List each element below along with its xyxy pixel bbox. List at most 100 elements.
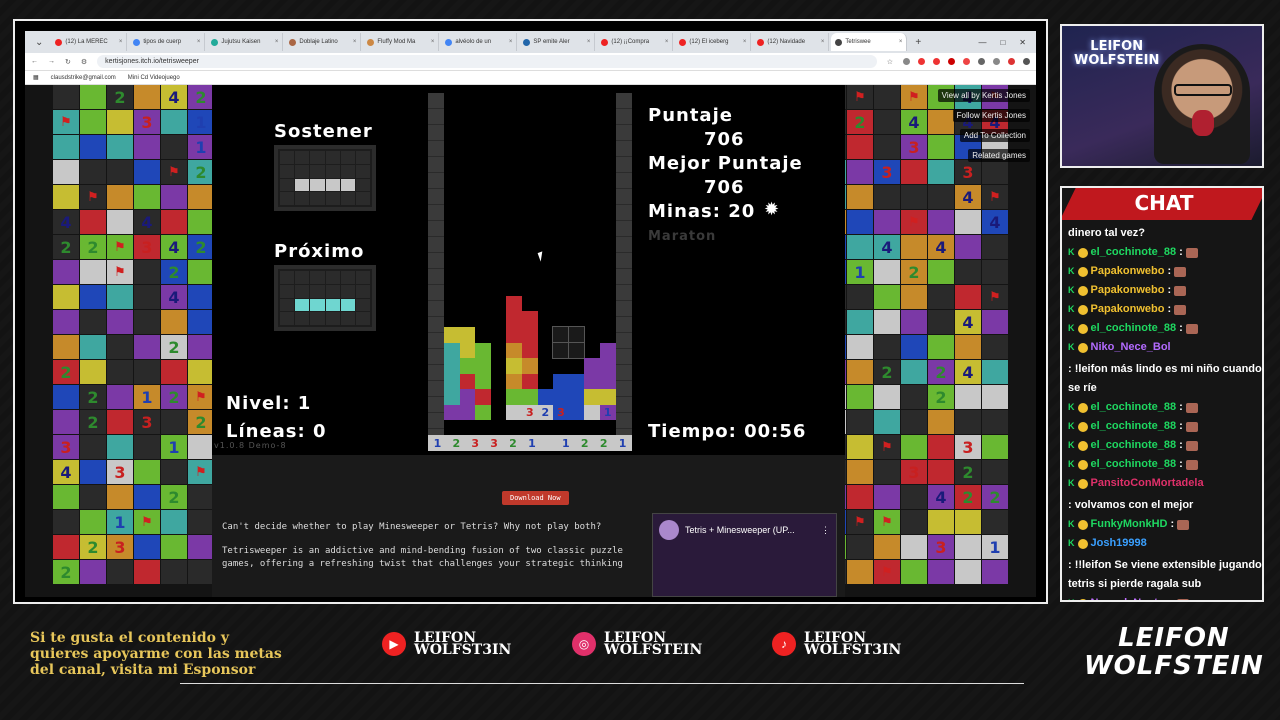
browser-tab[interactable]: Tetriswee × bbox=[831, 33, 908, 51]
extension-icon[interactable] bbox=[978, 58, 985, 65]
logo-bottom: WOLFSTEIN bbox=[1084, 651, 1264, 681]
reload-icon[interactable]: ↻ bbox=[65, 58, 71, 66]
grid-cell: 3 bbox=[955, 160, 981, 184]
grid-cell bbox=[161, 210, 187, 234]
grid-cell bbox=[901, 235, 927, 259]
browser-tab[interactable]: Fluffy Mod Ma × bbox=[363, 33, 440, 51]
tab-close-icon[interactable]: × bbox=[353, 39, 357, 45]
forward-icon[interactable]: → bbox=[48, 58, 55, 65]
board-cell bbox=[569, 311, 585, 327]
browser-tab[interactable]: tipos de cuerp × bbox=[129, 33, 206, 51]
chat-message: Kel_cochinote_88: bbox=[1068, 436, 1262, 455]
board-cell bbox=[491, 93, 507, 109]
browser-tab[interactable]: (12) Navidade × bbox=[753, 33, 830, 51]
grid-cell bbox=[188, 260, 214, 284]
browser-tab[interactable]: (12) El iceberg × bbox=[675, 33, 752, 51]
extension-icon[interactable] bbox=[948, 58, 955, 65]
board-cell bbox=[444, 249, 460, 265]
chat-username[interactable]: el_cochinote_88 bbox=[1091, 243, 1177, 262]
tab-close-icon[interactable]: × bbox=[197, 39, 201, 45]
chat-username[interactable]: Papakonwebo bbox=[1091, 281, 1165, 300]
browser-tab[interactable]: (12) ¡¡Compra × bbox=[597, 33, 674, 51]
tab-close-icon[interactable]: × bbox=[665, 39, 669, 45]
chat-username[interactable]: Niko_Nece_Bol bbox=[1091, 338, 1171, 357]
tab-close-icon[interactable]: × bbox=[431, 39, 435, 45]
chat-text: : bbox=[1179, 246, 1183, 258]
emote-icon bbox=[1185, 421, 1198, 432]
embedded-video[interactable]: Tetris + Minesweeper (UP... ⋮ bbox=[652, 513, 837, 597]
chat-username[interactable]: NosoylaNoctm bbox=[1091, 594, 1168, 600]
chat-username[interactable]: Josh19998 bbox=[1091, 534, 1147, 553]
site-info-icon[interactable]: ⚙ bbox=[81, 58, 87, 66]
maximize-icon[interactable]: □ bbox=[1000, 38, 1005, 47]
chat-text: : bbox=[1179, 420, 1183, 432]
back-icon[interactable]: ← bbox=[31, 58, 38, 65]
bookmark-star-icon[interactable]: ☆ bbox=[887, 58, 893, 66]
download-button[interactable]: Download Now bbox=[502, 491, 569, 505]
board-cell bbox=[569, 296, 585, 312]
follow-button[interactable]: Follow Kertis Jones bbox=[952, 109, 1030, 122]
grid-cell bbox=[134, 85, 160, 109]
browser-tab[interactable]: Jujutsu Kaisen × bbox=[207, 33, 284, 51]
tab-close-icon[interactable]: × bbox=[275, 39, 279, 45]
mine-icon: ✹ bbox=[764, 199, 781, 220]
board-cell bbox=[567, 341, 586, 360]
chat-username[interactable]: el_cochinote_88 bbox=[1091, 455, 1177, 474]
board-cell bbox=[491, 109, 507, 125]
chat-message: K Niko_Nece_Bol: !leifon más lindo es mi … bbox=[1068, 338, 1262, 398]
tab-list-icon[interactable]: ⌄ bbox=[29, 37, 49, 48]
profile-avatar[interactable] bbox=[1008, 58, 1015, 65]
chat-text: : bbox=[1167, 265, 1172, 277]
browser-tab[interactable]: Doblaje Latino × bbox=[285, 33, 362, 51]
extension-icon[interactable] bbox=[963, 58, 970, 65]
chat-username[interactable]: el_cochinote_88 bbox=[1091, 417, 1177, 436]
tab-close-icon[interactable]: × bbox=[821, 39, 825, 45]
game-canvas[interactable]: Sostener Próximo Nivel: 1 Líneas: 0 v1.0… bbox=[212, 85, 845, 455]
bookmark-item[interactable]: clausdstrike@gmail.com bbox=[51, 75, 116, 81]
tab-close-icon[interactable]: × bbox=[509, 39, 513, 45]
board-cell bbox=[553, 140, 569, 156]
badge-icon bbox=[1077, 459, 1088, 470]
grid-cell bbox=[107, 185, 133, 209]
apps-icon[interactable]: ▦ bbox=[33, 74, 39, 81]
grid-cell: ⚑ bbox=[901, 85, 927, 109]
board-cell bbox=[491, 233, 507, 249]
board-cell bbox=[553, 233, 569, 249]
url-field[interactable]: kertisjones.itch.io/tetrisweeper bbox=[97, 55, 877, 68]
instagram-link[interactable]: ◎ LEIFON WOLFSTEIN bbox=[572, 631, 702, 657]
menu-icon[interactable] bbox=[1023, 58, 1030, 65]
browser-tab[interactable]: SP emite Aler × bbox=[519, 33, 596, 51]
chat-username[interactable]: el_cochinote_88 bbox=[1091, 398, 1177, 417]
grid-cell bbox=[955, 260, 981, 284]
add-to-collection-button[interactable]: Add To Collection bbox=[959, 129, 1030, 142]
emote-icon bbox=[1174, 266, 1187, 277]
bookmark-item[interactable]: Mini Cd Videojuego bbox=[128, 75, 180, 81]
chat-username[interactable]: PansitoConMortadela bbox=[1091, 474, 1204, 493]
grid-cell bbox=[53, 135, 79, 159]
tiktok-link[interactable]: ♪ LEIFON WOLFST3IN bbox=[772, 631, 901, 657]
tab-close-icon[interactable]: × bbox=[743, 39, 747, 45]
view-all-button[interactable]: View all by Kertis Jones bbox=[937, 89, 1030, 102]
chat-username[interactable]: el_cochinote_88 bbox=[1091, 319, 1177, 338]
chat-username[interactable]: Papakonwebo bbox=[1091, 262, 1165, 281]
browser-tab[interactable]: (12) La MEREC × bbox=[51, 33, 128, 51]
chat-username[interactable]: FunkyMonkHD bbox=[1091, 515, 1168, 534]
related-games-button[interactable]: Related games bbox=[968, 149, 1030, 162]
extension-icon[interactable] bbox=[993, 58, 1000, 65]
extension-icon[interactable] bbox=[903, 58, 910, 65]
chat-username[interactable]: Papakonwebo bbox=[1091, 300, 1165, 319]
chat-username[interactable]: el_cochinote_88 bbox=[1091, 436, 1177, 455]
browser-tab[interactable]: alvéolo de un × bbox=[441, 33, 518, 51]
board-cell bbox=[538, 202, 554, 218]
youtube-link[interactable]: ▶ LEIFON WOLFST3IN bbox=[382, 631, 511, 657]
close-window-icon[interactable]: ✕ bbox=[1019, 38, 1026, 47]
tab-close-icon[interactable]: × bbox=[587, 39, 591, 45]
tab-close-icon[interactable]: × bbox=[899, 39, 903, 45]
new-tab-icon[interactable]: + bbox=[909, 37, 927, 48]
extension-icon[interactable] bbox=[933, 58, 940, 65]
minimize-icon[interactable]: — bbox=[978, 38, 986, 47]
more-icon[interactable]: ⋮ bbox=[821, 525, 830, 536]
board-cell bbox=[444, 140, 460, 156]
tab-close-icon[interactable]: × bbox=[119, 39, 123, 45]
extension-icon[interactable] bbox=[918, 58, 925, 65]
